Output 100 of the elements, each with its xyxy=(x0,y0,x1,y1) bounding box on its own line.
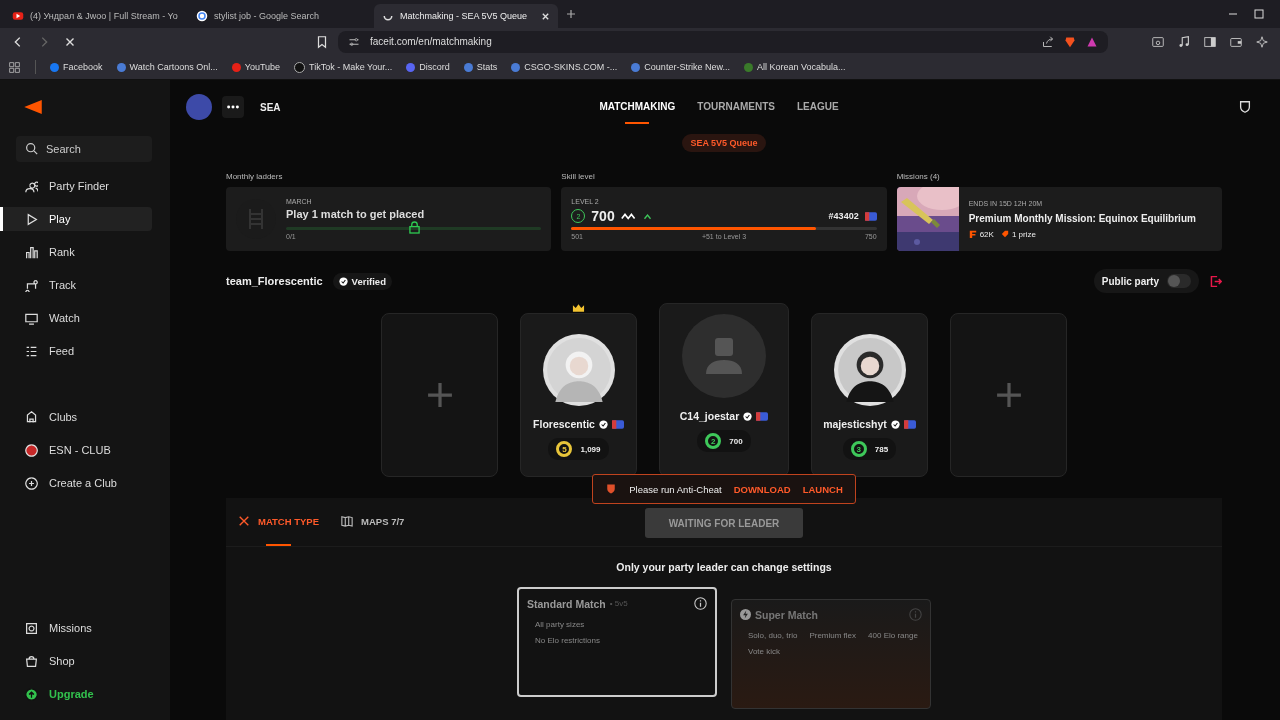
window-search-icon xyxy=(1151,34,1165,49)
level-badge: 5 xyxy=(556,441,573,457)
mission-title: Premium Monthly Mission: Equinox Equilibrium xyxy=(968,212,1196,224)
shield-icon xyxy=(605,483,618,495)
check-badge-icon xyxy=(338,276,348,286)
nav-item[interactable]: Upgrade xyxy=(0,682,152,706)
browser-tab[interactable]: Matchmaking - SEA 5V5 Queue xyxy=(374,4,558,28)
check-badge-icon xyxy=(890,419,900,429)
bookmark-link[interactable]: Counter-Strike New... xyxy=(631,62,730,72)
bookmark-link[interactable]: Facebook xyxy=(50,62,103,72)
shield-logo-icon xyxy=(1064,35,1076,48)
address-bar[interactable]: faceit.com/en/matchmaking xyxy=(338,30,1108,53)
player-card[interactable]: majesticshyt 3 785 xyxy=(811,313,928,477)
feature-text: Premium flex xyxy=(809,631,857,640)
exit-icon[interactable] xyxy=(1209,274,1222,288)
more-icon[interactable] xyxy=(222,96,244,118)
nav-tab[interactable]: MATCHMAKING xyxy=(599,90,676,124)
public-party-toggle[interactable] xyxy=(1167,274,1191,288)
nav-tab[interactable]: TOURNAMENTS xyxy=(697,90,775,124)
player-card[interactable]: C14_joestar 2 700 xyxy=(659,303,789,477)
nav-item[interactable]: Party Finder xyxy=(0,174,152,198)
anticheat-text: Please run Anti-Cheat xyxy=(629,483,722,495)
play-icon xyxy=(25,212,38,226)
sparkle-icon xyxy=(1255,34,1269,49)
apps-grid-icon[interactable] xyxy=(8,60,21,74)
triangle-icon xyxy=(1086,35,1098,48)
music-icon xyxy=(1177,34,1191,49)
ladder-text: Play 1 match to get placed xyxy=(286,208,426,220)
nav-item[interactable]: Missions xyxy=(0,616,152,640)
player-name: majesticshyt xyxy=(823,418,887,430)
close-icon[interactable] xyxy=(541,11,550,21)
points-icon xyxy=(968,230,977,238)
flag-icon xyxy=(756,411,769,421)
feature-text: All party sizes xyxy=(535,620,586,629)
bookmark-link[interactable]: TikTok - Make Your... xyxy=(294,61,393,73)
points-value: 62K xyxy=(979,229,994,239)
logo-icon xyxy=(24,100,42,114)
check-badge-icon xyxy=(598,419,608,429)
club-item[interactable]: Clubs xyxy=(0,405,152,429)
info-icon xyxy=(694,597,707,610)
elo-value: 700 xyxy=(729,436,743,446)
card-heading: Missions (4) xyxy=(896,172,941,181)
up-caret-icon xyxy=(642,212,652,220)
feature-text: 400 Elo range xyxy=(868,631,918,640)
bookmark-link[interactable]: All Korean Vocabula... xyxy=(743,62,846,72)
rank-text: #43402 xyxy=(828,211,859,221)
check-badge-icon xyxy=(743,411,753,421)
nav-tab[interactable]: LEAGUE xyxy=(796,90,839,124)
list-icon xyxy=(25,344,38,358)
public-party-label: Public party xyxy=(1101,275,1159,287)
elo-value: 785 xyxy=(874,444,889,454)
card-heading: Skill level xyxy=(561,172,596,181)
browser-tab[interactable]: stylist job - Google Search xyxy=(188,4,372,28)
browser-tab[interactable]: (4) Ундрал & Jwoo | Full Stream - Yo xyxy=(4,4,188,28)
player-name: Florescentic xyxy=(533,418,595,430)
nav-item[interactable]: Feed xyxy=(0,339,152,363)
nav-item[interactable]: Rank xyxy=(0,240,152,264)
party-name: team_Florescentic xyxy=(226,275,323,287)
sidebar-icon xyxy=(1203,34,1217,49)
bookmark-link[interactable]: Watch Cartoons Onl... xyxy=(116,62,218,72)
plus-icon xyxy=(426,382,453,408)
nav-item[interactable]: Track xyxy=(0,273,152,297)
download-link[interactable]: DOWNLOAD xyxy=(733,483,791,495)
queue-badge: SEA 5V5 Queue xyxy=(682,134,766,152)
flag-icon xyxy=(903,419,916,429)
club-item[interactable]: Create a Club xyxy=(0,471,152,495)
bookmark-link[interactable]: Stats xyxy=(463,62,498,72)
video-icon xyxy=(12,10,24,22)
search-icon xyxy=(25,142,38,155)
nav-item[interactable]: Play xyxy=(0,207,152,231)
settings-tab[interactable]: MAPS 7/7 xyxy=(341,498,405,546)
match-type-card[interactable]: Super Match Solo, duo, trio Premium flex 400 Elo range Vote kick xyxy=(731,599,931,709)
match-type-title: Standard Match xyxy=(527,597,606,610)
player-card[interactable]: Florescentic 5 1,099 xyxy=(520,313,637,477)
bar-chart-icon xyxy=(25,245,38,259)
club-item[interactable]: ESN - CLUB xyxy=(0,438,152,462)
share-icon xyxy=(1042,35,1054,48)
nav-item[interactable]: Shop xyxy=(0,649,152,673)
bookmark-link[interactable]: CSGO-SKINS.COM -... xyxy=(511,62,618,72)
settings-icon xyxy=(348,35,360,48)
bookmark-link[interactable]: YouTube xyxy=(231,62,281,72)
feature-text: Vote kick xyxy=(748,647,780,656)
nav-item[interactable]: Watch xyxy=(0,306,152,330)
verified-label: Verified xyxy=(351,275,386,287)
level-badge: 3 xyxy=(850,441,867,457)
prize-count: 1 prize xyxy=(1011,229,1036,239)
bookmark-icon[interactable] xyxy=(315,34,329,49)
target-icon xyxy=(25,621,38,635)
new-tab-icon[interactable] xyxy=(566,9,576,19)
tag-icon xyxy=(1000,230,1009,238)
shield-icon[interactable] xyxy=(1238,100,1252,114)
notice-text: Only your party leader can change settings xyxy=(615,561,833,573)
info-icon xyxy=(909,608,922,621)
settings-tab[interactable]: MATCH TYPE xyxy=(238,498,320,546)
maximize-icon[interactable] xyxy=(1254,9,1264,19)
crown-icon xyxy=(572,303,585,313)
launch-link[interactable]: LAUNCH xyxy=(802,483,843,495)
search-field[interactable]: Search xyxy=(16,136,152,162)
bookmark-link[interactable]: Discord xyxy=(406,62,450,72)
feature-text: Solo, duo, trio xyxy=(748,631,798,640)
